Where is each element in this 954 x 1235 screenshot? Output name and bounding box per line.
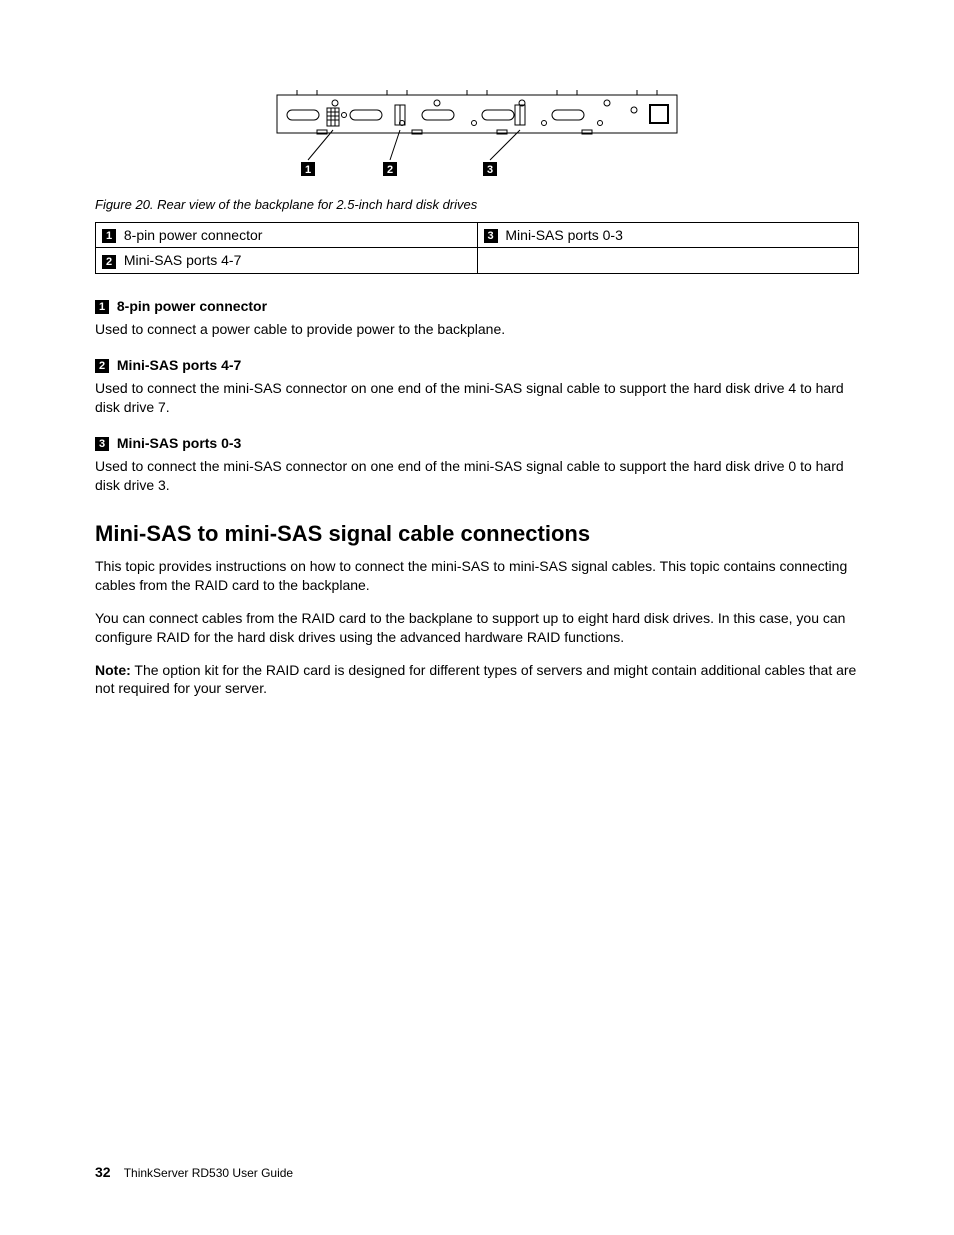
legend-text: 8-pin power connector (124, 227, 263, 243)
callout-box: 2 (95, 359, 109, 373)
callout-box: 3 (95, 437, 109, 451)
legend-table: 1 8-pin power connector 3 Mini-SAS ports… (95, 222, 859, 274)
page-footer: 32 ThinkServer RD530 User Guide (95, 1164, 293, 1180)
legend-text: Mini-SAS ports 0-3 (505, 227, 622, 243)
desc-title: Mini-SAS ports 0-3 (117, 435, 241, 451)
legend-text: Mini-SAS ports 4-7 (124, 252, 241, 268)
figure-caption: Figure 20. Rear view of the backplane fo… (95, 197, 859, 212)
desc-body-2: Used to connect the mini-SAS connector o… (95, 379, 859, 417)
page-number: 32 (95, 1164, 111, 1180)
legend-cell-empty (477, 248, 859, 273)
legend-cell: 2 Mini-SAS ports 4-7 (96, 248, 478, 273)
callout-box: 1 (95, 300, 109, 314)
section-title: Mini-SAS to mini-SAS signal cable connec… (95, 521, 859, 547)
callout-1: 1 (305, 164, 311, 176)
note-body: The option kit for the RAID card is desi… (95, 662, 856, 697)
callout-box: 1 (102, 229, 116, 243)
doc-title: ThinkServer RD530 User Guide (124, 1166, 293, 1180)
figure-diagram: 1 2 3 (95, 90, 859, 183)
section-p2: You can connect cables from the RAID car… (95, 609, 859, 647)
callout-3: 3 (487, 164, 493, 176)
callout-box: 3 (484, 229, 498, 243)
desc-heading-1: 1 8-pin power connector (95, 298, 859, 314)
desc-heading-2: 2 Mini-SAS ports 4-7 (95, 357, 859, 373)
legend-cell: 3 Mini-SAS ports 0-3 (477, 223, 859, 248)
callout-box: 2 (102, 255, 116, 269)
desc-body-3: Used to connect the mini-SAS connector o… (95, 457, 859, 495)
desc-body-1: Used to connect a power cable to provide… (95, 320, 859, 339)
page: 1 2 3 Figure 20. Rear view of the backpl… (0, 0, 954, 1235)
desc-heading-3: 3 Mini-SAS ports 0-3 (95, 435, 859, 451)
legend-cell: 1 8-pin power connector (96, 223, 478, 248)
section-note: Note: The option kit for the RAID card i… (95, 661, 859, 699)
backplane-diagram-icon: 1 2 3 (272, 90, 682, 180)
desc-title: 8-pin power connector (117, 298, 267, 314)
note-label: Note: (95, 662, 131, 678)
callout-2: 2 (387, 164, 393, 176)
desc-title: Mini-SAS ports 4-7 (117, 357, 241, 373)
section-p1: This topic provides instructions on how … (95, 557, 859, 595)
